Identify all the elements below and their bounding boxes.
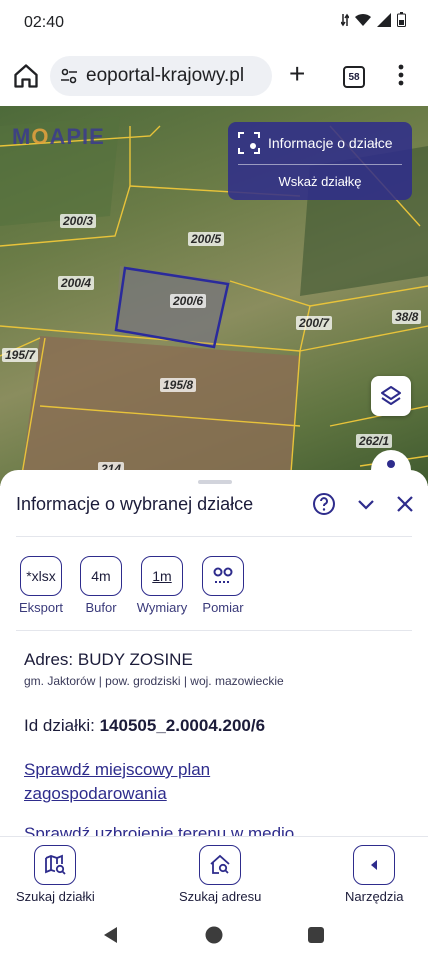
utilities-link[interactable]: Sprawdź uzbrojenie terenu w medio bbox=[24, 824, 294, 836]
map-view[interactable]: 200/3 200/5 200/4 200/6 200/7 38/8 195/7… bbox=[0, 106, 428, 486]
tab-count: 58 bbox=[348, 71, 360, 83]
buffer-label: Bufor bbox=[85, 600, 117, 615]
home-search-icon bbox=[210, 854, 230, 874]
address-bar[interactable]: eoportal-krajowy.pl bbox=[50, 56, 272, 96]
close-icon[interactable] bbox=[396, 495, 414, 513]
parcel-id-value: 140505_2.0004.200/6 bbox=[99, 716, 266, 735]
tool-row: *xlsx Eksport 4m Bufor 1m Wymiary Pomiar bbox=[14, 556, 250, 615]
signal-icon bbox=[377, 12, 391, 27]
export-button[interactable]: *xlsx bbox=[20, 556, 62, 596]
logo-text: M bbox=[12, 124, 32, 149]
export-value: *xlsx bbox=[26, 568, 56, 584]
export-tool[interactable]: *xlsx Eksport bbox=[14, 556, 68, 615]
parcel-label: 195/7 bbox=[2, 348, 39, 362]
dimensions-label: Wymiary bbox=[136, 600, 188, 615]
back-icon[interactable] bbox=[102, 926, 120, 944]
battery-icon bbox=[397, 12, 406, 27]
point-parcel-label: Wskaż działkę bbox=[278, 174, 362, 189]
layers-icon bbox=[381, 386, 401, 405]
sheet-title: Informacje o wybranej działce bbox=[16, 494, 254, 514]
logo-text: O bbox=[31, 124, 50, 149]
tools-label: Narzędzia bbox=[345, 889, 404, 904]
status-icons bbox=[341, 12, 406, 27]
parcel-label: 200/7 bbox=[296, 316, 333, 330]
search-address-nav[interactable]: Szukaj adresu bbox=[179, 845, 261, 904]
dimensions-tool[interactable]: 1m Wymiary bbox=[134, 556, 190, 615]
status-time: 02:40 bbox=[24, 14, 65, 31]
address-subtitle: gm. Jaktorów | pow. grodziski | woj. maz… bbox=[24, 674, 284, 688]
wifi-icon bbox=[355, 13, 371, 26]
parcel-label: 195/8 bbox=[160, 378, 197, 392]
tools-nav[interactable]: Narzędzia bbox=[345, 845, 404, 904]
parcel-info-panel: Informacje o działce Wskaż działkę bbox=[228, 122, 412, 200]
logo-text: APIE bbox=[49, 124, 105, 149]
sheet-drag-handle[interactable] bbox=[198, 480, 232, 484]
measure-points-icon bbox=[213, 567, 233, 583]
help-icon[interactable] bbox=[312, 492, 336, 516]
dimensions-button[interactable]: 1m bbox=[141, 556, 183, 596]
search-parcel-nav[interactable]: Szukaj działki bbox=[16, 845, 95, 904]
recents-icon[interactable] bbox=[308, 927, 324, 943]
parcel-label: 200/5 bbox=[188, 232, 225, 246]
buffer-tool[interactable]: 4m Bufor bbox=[74, 556, 128, 615]
parcel-label: 262/1 bbox=[356, 434, 393, 448]
home-icon[interactable] bbox=[12, 62, 40, 90]
map-search-icon bbox=[45, 854, 67, 875]
search-address-label: Szukaj adresu bbox=[179, 889, 262, 904]
parcel-label: 200/6 bbox=[170, 294, 207, 308]
buffer-value: 4m bbox=[91, 568, 111, 584]
parcel-id: Id działki: 140505_2.0004.200/6 bbox=[24, 716, 265, 736]
local-plan-link[interactable]: Sprawdź miejscowy plan zagospodarowania bbox=[24, 758, 324, 806]
search-parcel-button[interactable] bbox=[34, 845, 77, 885]
data-transfer-icon bbox=[341, 13, 349, 26]
url-text: eoportal-krajowy.pl bbox=[86, 65, 245, 86]
system-navigation bbox=[0, 910, 428, 960]
measure-button[interactable] bbox=[202, 556, 244, 596]
parcel-details-sheet: Informacje o wybranej działce *xlsx Eksp… bbox=[0, 470, 428, 836]
divider bbox=[16, 536, 412, 537]
caret-left-icon bbox=[371, 860, 378, 870]
app-logo: MOAPIE bbox=[12, 124, 105, 150]
parcel-info-label: Informacje o działce bbox=[268, 135, 393, 151]
measure-tool[interactable]: Pomiar bbox=[196, 556, 250, 615]
parcel-label: 38/8 bbox=[392, 310, 422, 324]
tab-switcher-button[interactable]: 58 bbox=[343, 66, 365, 88]
parcel-label: 200/3 bbox=[60, 214, 97, 228]
browser-toolbar: eoportal-krajowy.pl + 58 bbox=[0, 46, 428, 106]
export-label: Eksport bbox=[18, 600, 64, 615]
search-parcel-label: Szukaj działki bbox=[16, 889, 95, 904]
tools-button[interactable] bbox=[353, 845, 396, 885]
select-area-icon bbox=[238, 132, 260, 154]
dimensions-value: 1m bbox=[152, 568, 172, 584]
divider bbox=[16, 630, 412, 631]
parcel-info-button[interactable]: Informacje o działce bbox=[238, 132, 393, 154]
point-parcel-button[interactable]: Wskaż działkę bbox=[228, 174, 412, 189]
status-bar: 02:40 bbox=[0, 0, 428, 46]
sheet-header-actions bbox=[312, 492, 414, 516]
bottom-navigation: Szukaj działki Szukaj adresu Narzędzia bbox=[0, 836, 428, 911]
parcel-label: 200/4 bbox=[58, 276, 95, 290]
site-settings-icon[interactable] bbox=[60, 67, 78, 85]
chevron-down-icon[interactable] bbox=[356, 494, 376, 514]
parcel-id-label: Id działki: bbox=[24, 716, 100, 735]
new-tab-icon[interactable]: + bbox=[289, 60, 305, 88]
measure-label: Pomiar bbox=[202, 600, 244, 615]
more-menu-icon[interactable] bbox=[398, 64, 404, 86]
buffer-button[interactable]: 4m bbox=[80, 556, 122, 596]
search-address-button[interactable] bbox=[199, 845, 242, 885]
home-circle-icon[interactable] bbox=[205, 926, 223, 944]
address-heading: Adres: BUDY ZOSINE bbox=[24, 650, 193, 669]
divider bbox=[238, 164, 402, 165]
layers-button[interactable] bbox=[371, 376, 411, 416]
